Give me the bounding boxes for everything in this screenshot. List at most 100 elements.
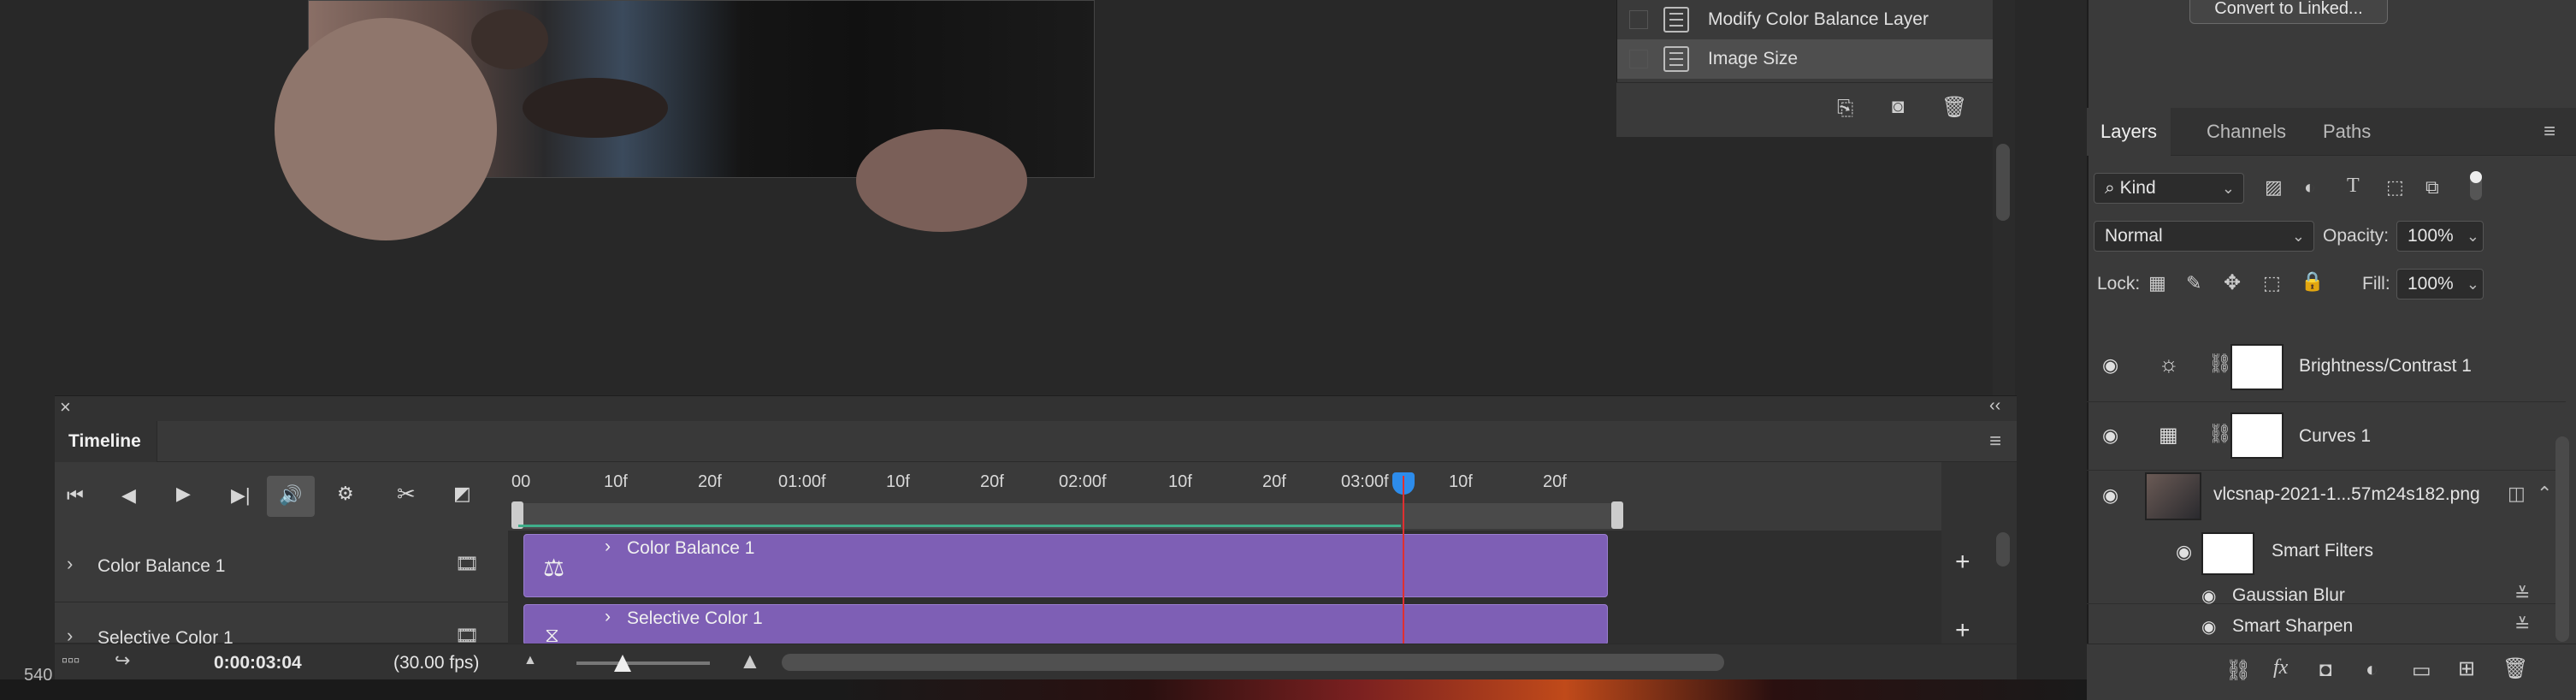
- chevron-right-icon[interactable]: ›: [67, 553, 73, 575]
- layers-tab-bar: Layers Channels Paths ≡: [2087, 108, 2576, 156]
- fx-icon[interactable]: fx: [2273, 656, 2288, 679]
- opacity-field[interactable]: 100% ⌄: [2396, 221, 2484, 252]
- track-scrollbar-thumb[interactable]: [1996, 532, 2010, 567]
- filter-type-icon[interactable]: T: [2347, 175, 2360, 198]
- work-area-end-handle[interactable]: [1611, 501, 1623, 529]
- filter-pixel-icon[interactable]: ▨: [2265, 176, 2283, 199]
- snapshot-checkbox[interactable]: [1629, 10, 1648, 29]
- filter-row[interactable]: ◉ Smart Sharpen ≚: [2087, 613, 2566, 644]
- zoom-slider-track[interactable]: [576, 661, 710, 665]
- lock-transparent-icon[interactable]: ▦: [2148, 272, 2166, 294]
- film-strip-icon[interactable]: 🎞: [455, 553, 479, 575]
- visibility-eye-icon[interactable]: ◉: [2201, 585, 2216, 607]
- blend-mode-select[interactable]: Normal ⌄: [2094, 221, 2314, 252]
- adjustment-icon[interactable]: ◐: [2366, 658, 2378, 682]
- render-cache-line: [518, 525, 1401, 527]
- link-icon[interactable]: ⛓: [2225, 658, 2251, 683]
- go-to-first-frame-icon[interactable]: ⏮: [67, 484, 84, 507]
- new-snapshot-icon[interactable]: ⎘: [1837, 97, 1853, 121]
- chain-link-icon[interactable]: ⛓: [2208, 423, 2232, 445]
- smart-filter-toggle-icon[interactable]: ◫: [2508, 483, 2526, 505]
- fill-field[interactable]: 100% ⌄: [2396, 269, 2484, 300]
- filter-name[interactable]: Smart Sharpen: [2232, 616, 2353, 637]
- layer-row[interactable]: ◉ ▦ ⛓ Curves 1: [2087, 402, 2566, 471]
- small-mountain-icon[interactable]: ▲: [523, 653, 537, 668]
- layer-thumbnail[interactable]: [2145, 472, 2201, 520]
- layer-name[interactable]: vlcsnap-2021-1...57m24s182.png: [2213, 484, 2480, 505]
- lock-artboard-icon[interactable]: ⬚: [2263, 272, 2281, 294]
- layer-name[interactable]: Brightness/Contrast 1: [2299, 356, 2472, 377]
- folder-icon[interactable]: ▭: [2412, 658, 2431, 683]
- add-media-button[interactable]: +: [1955, 548, 1970, 577]
- visibility-eye-icon[interactable]: ◉: [2102, 424, 2118, 447]
- chevron-up-icon[interactable]: ⌃: [2537, 483, 2552, 505]
- clip-selective-color[interactable]: ⧖ › Selective Color 1: [523, 604, 1608, 647]
- layers-scrollbar-thumb[interactable]: [2555, 436, 2569, 642]
- panel-menu-icon[interactable]: ≡: [1989, 430, 2001, 454]
- panel-menu-icon[interactable]: ≡: [2544, 120, 2555, 144]
- collapse-icon[interactable]: ‹‹: [1989, 396, 2000, 416]
- lock-paint-icon[interactable]: ✎: [2186, 272, 2201, 294]
- visibility-eye-icon[interactable]: ◉: [2201, 616, 2216, 638]
- filter-kind-select[interactable]: ⌕ Kind ⌄: [2094, 173, 2244, 204]
- track-row[interactable]: › Color Balance 1 🎞: [55, 531, 508, 602]
- filter-smart-object-icon[interactable]: ⧉: [2425, 176, 2439, 199]
- status-bar: [0, 679, 2087, 700]
- camera-icon[interactable]: ◙: [1892, 95, 1905, 119]
- layer-mask-thumbnail[interactable]: [2230, 412, 2284, 459]
- layer-mask-thumbnail[interactable]: [2230, 344, 2284, 390]
- tab-channels[interactable]: Channels: [2193, 108, 2300, 156]
- curves-icon: ▦: [2159, 424, 2178, 447]
- render-video-icon[interactable]: ↪: [115, 650, 130, 672]
- split-scissors-icon[interactable]: ✂: [397, 481, 416, 507]
- layer-name[interactable]: Curves 1: [2299, 426, 2371, 447]
- layer-row[interactable]: ◉ ☼ ⛓ Brightness/Contrast 1: [2087, 332, 2566, 402]
- clip-color-balance[interactable]: ⚖ › Color Balance 1: [523, 534, 1608, 597]
- filter-shape-icon[interactable]: ⬚: [2386, 176, 2404, 199]
- document-image[interactable]: [275, 0, 1095, 240]
- frame-animation-icon[interactable]: ▫▫▫: [62, 651, 80, 671]
- brightness-contrast-icon: ☼: [2159, 351, 2179, 377]
- timecode: 0:00:03:04: [214, 653, 302, 673]
- blending-options-icon[interactable]: ≚: [2514, 614, 2530, 637]
- new-layer-icon[interactable]: ⊞: [2458, 656, 2475, 681]
- filter-row[interactable]: ◉ Gaussian Blur ≚: [2087, 582, 2566, 613]
- audio-toggle-button[interactable]: 🔊: [267, 476, 315, 517]
- filter-toggle[interactable]: [2470, 171, 2482, 200]
- previous-frame-icon[interactable]: ◀: [121, 484, 136, 507]
- timeline-title[interactable]: Timeline: [68, 431, 141, 452]
- track-row[interactable]: › Selective Color 1 🎞: [55, 602, 508, 648]
- close-icon[interactable]: ×: [60, 396, 71, 418]
- large-mountain-icon[interactable]: ▲: [739, 648, 761, 674]
- history-item[interactable]: Modify Color Balance Layer: [1617, 0, 1994, 39]
- filter-name[interactable]: Gaussian Blur: [2232, 585, 2345, 606]
- chain-link-icon[interactable]: ⛓: [2208, 353, 2232, 375]
- tab-layers[interactable]: Layers: [2087, 108, 2171, 156]
- visibility-eye-icon[interactable]: ◉: [2102, 484, 2118, 507]
- blending-options-icon[interactable]: ≚: [2514, 584, 2530, 606]
- visibility-eye-icon[interactable]: ◉: [2176, 541, 2192, 563]
- tab-paths[interactable]: Paths: [2309, 108, 2384, 156]
- filter-adjustment-icon[interactable]: ◐: [2304, 176, 2315, 199]
- trash-icon[interactable]: 🗑: [2502, 656, 2528, 681]
- convert-to-linked-button[interactable]: Convert to Linked...: [2189, 0, 2388, 24]
- scrollbar-thumb[interactable]: [1996, 144, 2010, 221]
- mask-icon[interactable]: ◘: [2319, 658, 2332, 682]
- visibility-eye-icon[interactable]: ◉: [2102, 354, 2118, 377]
- play-icon[interactable]: ▶: [176, 483, 191, 505]
- chevron-right-icon[interactable]: ›: [605, 607, 611, 627]
- snapshot-checkbox[interactable]: [1629, 50, 1648, 68]
- next-frame-icon[interactable]: ▶|: [231, 484, 251, 507]
- smart-filter-mask-thumbnail[interactable]: [2201, 532, 2254, 575]
- settings-gear-icon[interactable]: ⚙: [337, 483, 354, 505]
- lock-all-icon[interactable]: 🔒: [2301, 270, 2324, 293]
- lock-position-icon[interactable]: ✥: [2224, 270, 2241, 295]
- timeline-horizontal-scrollbar[interactable]: [782, 654, 1724, 671]
- transition-icon[interactable]: ◩: [453, 483, 471, 505]
- playhead-line[interactable]: [1403, 476, 1404, 644]
- track-label[interactable]: Color Balance 1: [97, 556, 225, 577]
- chevron-right-icon[interactable]: ›: [605, 537, 611, 557]
- add-media-button[interactable]: +: [1955, 616, 1970, 645]
- history-item-selected[interactable]: Image Size: [1617, 39, 1994, 79]
- trash-icon[interactable]: 🗑: [1941, 95, 1967, 120]
